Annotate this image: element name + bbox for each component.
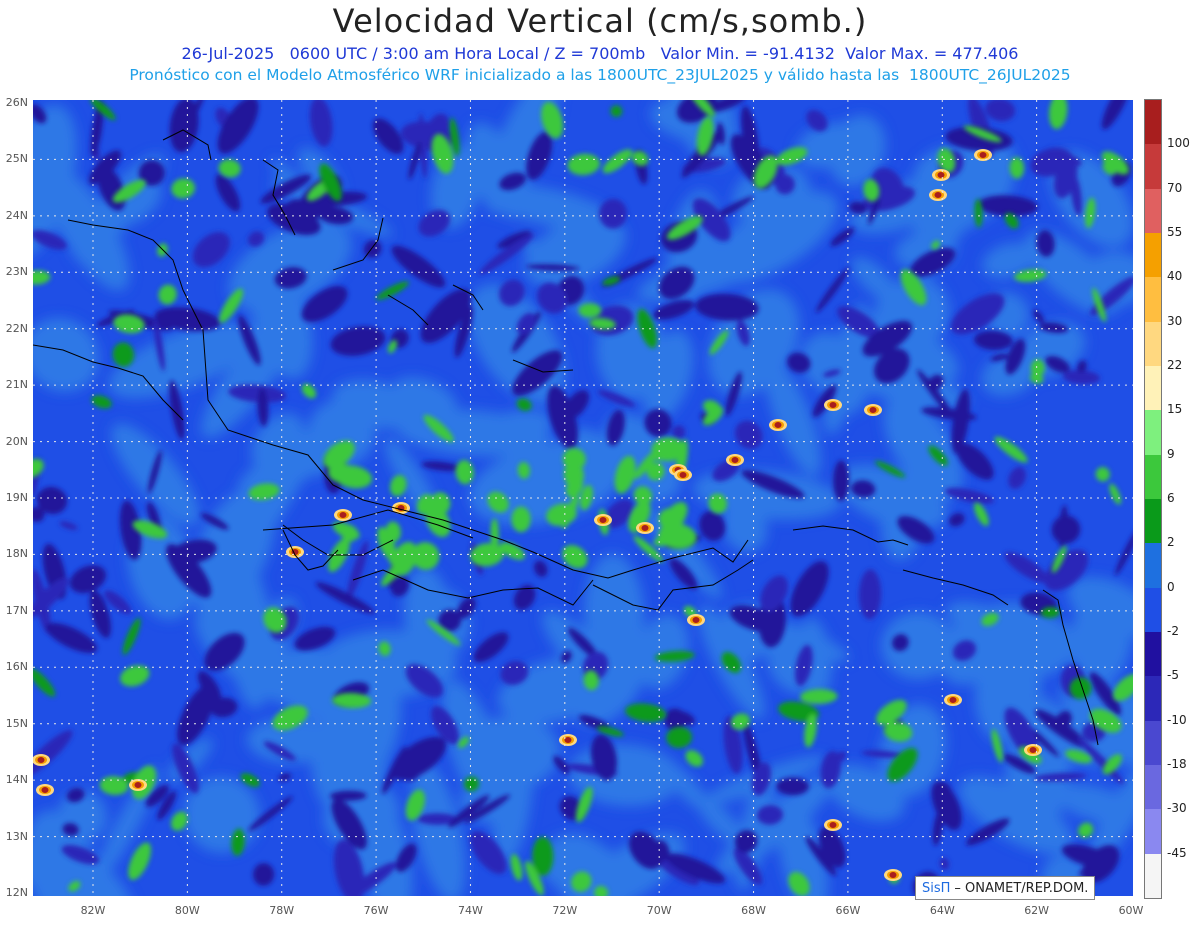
colorbar-label: 22: [1167, 358, 1183, 372]
lat-label: 24N: [5, 208, 28, 222]
field-blob: [889, 872, 897, 878]
colorbar-segment: [1145, 277, 1161, 323]
colorbar-label: -2: [1167, 624, 1179, 638]
field-blob: [829, 402, 837, 408]
lat-label: 17N: [5, 603, 28, 617]
colorbar-segment: [1145, 809, 1161, 855]
field-blob: [979, 152, 987, 158]
lat-label: 26N: [5, 96, 28, 109]
colorbar-segment: [1145, 499, 1161, 544]
lat-label: 20N: [5, 434, 28, 448]
lon-label: 60W: [1118, 904, 1144, 917]
lat-label: 16N: [5, 660, 28, 674]
colorbar-segment: [1145, 853, 1161, 899]
colorbar-label: -10: [1167, 712, 1187, 727]
lat-label: 21N: [5, 378, 28, 392]
lat-label: 19N: [5, 491, 28, 504]
colorbar-label: -30: [1167, 801, 1187, 816]
field-blob: [774, 422, 782, 428]
colorbar-segment: [1145, 587, 1161, 633]
field-blob: [41, 787, 49, 793]
field-blob: [829, 822, 837, 828]
credit-brand: SisΠ: [922, 880, 951, 896]
lon-label: 82W: [80, 904, 106, 917]
field-blob: [599, 517, 607, 523]
lon-label: 78W: [269, 904, 295, 917]
lat-label: 15N: [5, 716, 28, 730]
colorbar-label: -5: [1167, 668, 1179, 683]
lon-label: 64W: [929, 904, 955, 917]
lon-label: 76W: [363, 904, 389, 917]
lat-label: 18N: [5, 547, 28, 561]
colorbar-label: 0: [1167, 579, 1175, 594]
colorbar-segment: [1145, 321, 1161, 367]
colorbar-label: 30: [1167, 313, 1183, 328]
credit-badge: SisΠ – ONAMET/REP.DOM.: [915, 876, 1096, 900]
forecast-info-line: Pronóstico con el Modelo Atmosférico WRF…: [129, 66, 1071, 84]
field-blob: [37, 757, 45, 763]
colorbar-segment: [1145, 454, 1161, 500]
run-info-line: 26-Jul-2025 0600 UTC / 3:00 am Hora Loca…: [181, 44, 1019, 63]
colorbar-label: -45: [1167, 845, 1187, 860]
field-blob: [679, 472, 687, 478]
colorbar-segment: [1145, 765, 1161, 810]
lat-label: 12N: [5, 886, 28, 899]
colorbar-segment: [1145, 410, 1161, 456]
map-canvas: [33, 100, 1133, 896]
colorbar-label: 9: [1167, 446, 1175, 461]
field-blob: [564, 737, 572, 743]
lat-label: 25N: [5, 152, 28, 166]
colorbar-label: 6: [1167, 491, 1175, 505]
lon-label: 68W: [741, 904, 766, 917]
field-blob: [511, 506, 531, 533]
field-blob: [339, 512, 347, 518]
lon-label: 80W: [174, 904, 200, 917]
colorbar: [1144, 99, 1162, 899]
lon-label: 66W: [835, 904, 861, 917]
credit-text: – ONAMET/REP.DOM.: [954, 880, 1089, 896]
field-blob: [937, 172, 945, 178]
colorbar-label: -18: [1167, 757, 1187, 771]
lon-label: 72W: [552, 904, 578, 917]
field-blob: [934, 192, 942, 198]
colorbar-segment: [1145, 366, 1161, 411]
colorbar-segment: [1145, 100, 1161, 145]
lon-label: 62W: [1024, 904, 1050, 917]
colorbar-segment: [1145, 676, 1161, 722]
colorbar-segment: [1145, 720, 1161, 766]
colorbar-label: 2: [1167, 535, 1175, 550]
lat-label: 22N: [5, 321, 28, 335]
colorbar-label: 55: [1167, 225, 1183, 239]
field-blob: [949, 697, 957, 703]
colorbar-label: 70: [1167, 180, 1183, 195]
field-blob: [869, 407, 877, 413]
colorbar-segment: [1145, 632, 1161, 677]
lon-label: 74W: [458, 904, 483, 917]
lat-label: 13N: [5, 829, 28, 843]
colorbar-label: 100: [1167, 136, 1190, 151]
map-title: Velocidad Vertical (cm/s,somb.): [332, 2, 868, 40]
vertical-velocity-map: [33, 100, 1133, 896]
colorbar-label: 40: [1167, 269, 1183, 284]
field-blob: [1029, 747, 1037, 753]
colorbar-segment: [1145, 188, 1161, 234]
field-blob: [731, 457, 739, 463]
lon-label: 70W: [646, 904, 672, 917]
colorbar-segment: [1145, 233, 1161, 278]
colorbar-segment: [1145, 543, 1161, 589]
colorbar-segment: [1145, 144, 1161, 190]
field-blob: [134, 782, 142, 788]
field-blob: [641, 525, 649, 531]
field-blob: [692, 617, 700, 623]
lat-label: 23N: [5, 265, 28, 279]
colorbar-label: 15: [1167, 402, 1183, 417]
lat-label: 14N: [5, 773, 28, 787]
